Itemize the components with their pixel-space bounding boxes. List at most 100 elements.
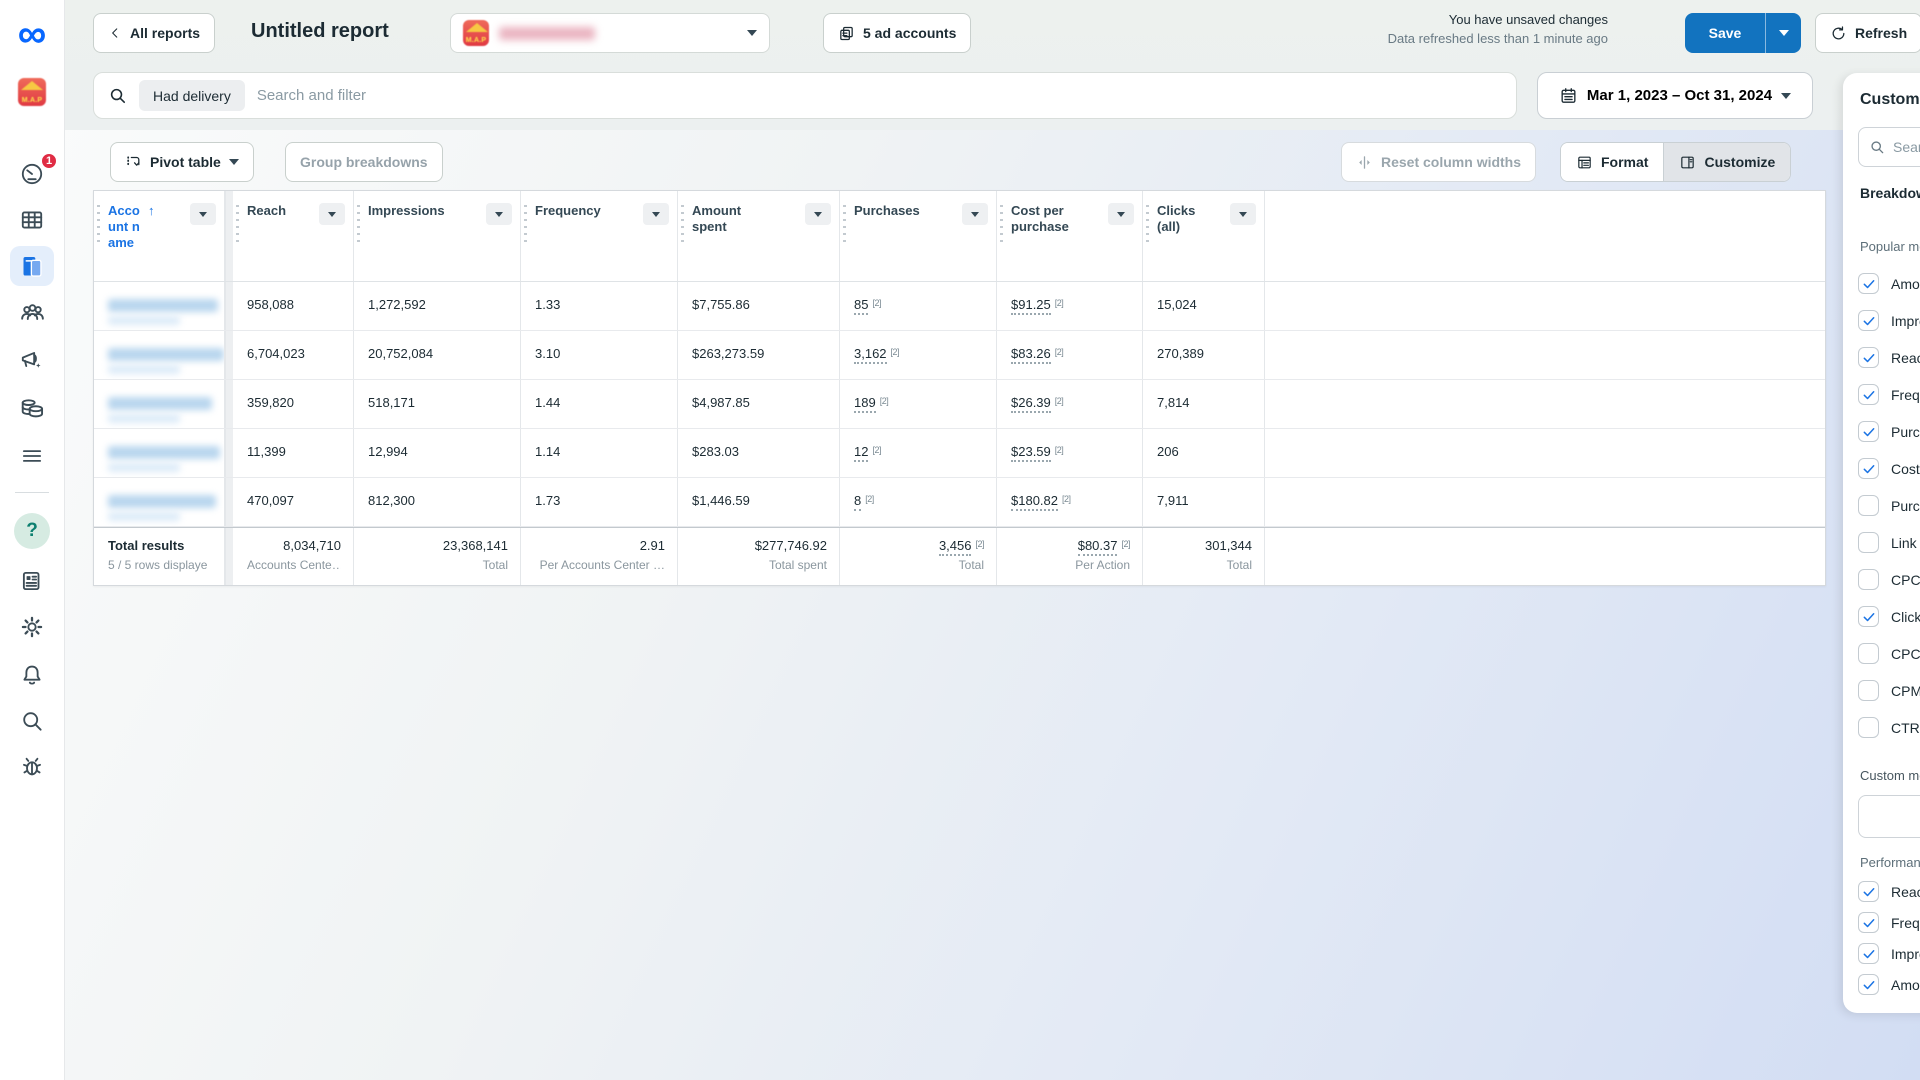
column-header-account-name[interactable]: Account name↑ <box>94 191 225 281</box>
cost-per-purchase-value[interactable]: $91.25 [2] <box>997 282 1143 330</box>
drag-handle[interactable] <box>524 205 527 243</box>
cost-per-purchase-total[interactable]: $80.37 [2] Per Action <box>997 528 1143 585</box>
checkbox-checked[interactable] <box>1858 881 1879 902</box>
metric-checkbox-item[interactable]: CPC (cost per link click) <box>1858 561 1920 598</box>
news-icon[interactable] <box>10 561 54 601</box>
purchases-value[interactable]: 189 [2] <box>840 380 997 428</box>
refresh-button[interactable]: Refresh <box>1815 13 1920 53</box>
checkbox-checked[interactable] <box>1858 458 1879 479</box>
metric-checkbox-item[interactable]: Link clicks <box>1858 524 1920 561</box>
drag-handle[interactable] <box>357 205 360 243</box>
purchases-column-menu[interactable] <box>962 203 988 225</box>
metric-checkbox-item[interactable]: Frequency <box>1858 907 1920 938</box>
all-reports-back-button[interactable]: All reports <box>93 13 216 53</box>
metric-checkbox-item[interactable]: Amount spent <box>1858 265 1920 302</box>
search-and-filter-input[interactable] <box>256 87 1502 104</box>
metric-checkbox-item[interactable]: CTR (link click-through) <box>1858 709 1920 746</box>
audiences-icon[interactable] <box>10 292 54 332</box>
column-header-cost-per-purchase[interactable]: Cost per purchase <box>997 191 1143 281</box>
column-header-purchases[interactable]: Purchases <box>840 191 997 281</box>
column-header-amount-spent[interactable]: Amount spent <box>678 191 840 281</box>
metric-checkbox-item[interactable]: Purchase ROAS <box>1858 487 1920 524</box>
account-overview-icon[interactable]: 1 <box>10 152 58 194</box>
reset-column-widths-button[interactable]: Reset column widths <box>1341 142 1537 182</box>
cost-per-purchase-column-menu[interactable] <box>1108 203 1134 225</box>
customize-button-active[interactable]: Customize <box>1663 143 1791 181</box>
drag-handle[interactable] <box>843 205 846 243</box>
cost-per-purchase-value[interactable]: $180.82 [2] <box>997 478 1143 526</box>
save-options-caret-button[interactable] <box>1765 13 1801 53</box>
table-row[interactable]: 11,399 12,994 1.14 $283.03 12 [2] $23.59[… <box>94 429 1825 478</box>
checkbox-unchecked[interactable] <box>1858 680 1879 701</box>
metrics-search-box[interactable] <box>1858 127 1920 167</box>
purchases-value[interactable]: 8 [2] <box>840 478 997 526</box>
checkbox-checked[interactable] <box>1858 974 1879 995</box>
search-filter-bar[interactable]: Had delivery <box>93 72 1517 119</box>
metric-checkbox-item[interactable]: Amount spent <box>1858 969 1920 1000</box>
all-tools-icon[interactable] <box>10 436 54 476</box>
checkbox-checked[interactable] <box>1858 384 1879 405</box>
checkbox-unchecked[interactable] <box>1858 569 1879 590</box>
metric-checkbox-item[interactable]: Impressions <box>1858 302 1920 339</box>
drag-handle[interactable] <box>97 205 100 243</box>
checkbox-unchecked[interactable] <box>1858 643 1879 664</box>
cost-per-purchase-value[interactable]: $83.26 [2] <box>997 331 1143 379</box>
purchases-value[interactable]: 3,162 [2] <box>840 331 997 379</box>
save-button[interactable]: Save <box>1685 13 1765 53</box>
drag-handle[interactable] <box>236 205 239 243</box>
reach-column-menu[interactable] <box>319 203 345 225</box>
notifications-bell-icon[interactable] <box>10 655 54 695</box>
table-row[interactable]: 958,088 1,272,592 1.33 $7,755.86 85 [2] $… <box>94 282 1825 331</box>
advertising-icon[interactable] <box>10 340 54 380</box>
frequency-column-menu[interactable] <box>643 203 669 225</box>
metric-checkbox-item[interactable]: Cost per purchase <box>1858 450 1920 487</box>
metrics-search-input[interactable] <box>1893 139 1920 155</box>
had-delivery-filter-chip[interactable]: Had delivery <box>139 80 245 111</box>
format-button[interactable]: Format <box>1561 143 1664 181</box>
help-icon[interactable]: ? <box>10 511 54 551</box>
checkbox-checked[interactable] <box>1858 310 1879 331</box>
metric-checkbox-item[interactable]: CPM (cost per 1,000 impressions) <box>1858 672 1920 709</box>
business-brand-icon[interactable]: M.A.P <box>10 72 54 112</box>
checkbox-checked[interactable] <box>1858 273 1879 294</box>
account-name-column-menu[interactable] <box>190 203 216 225</box>
column-header-frequency[interactable]: Frequency <box>521 191 678 281</box>
reports-icon-active[interactable] <box>10 246 54 286</box>
purchases-value[interactable]: 12 [2] <box>840 429 997 477</box>
table-row[interactable]: 6,704,023 20,752,084 3.10 $263,273.59 3,… <box>94 331 1825 380</box>
checkbox-checked[interactable] <box>1858 912 1879 933</box>
report-bug-icon[interactable] <box>10 747 54 787</box>
breakdowns-section-label[interactable]: Breakdowns <box>1860 185 1920 201</box>
metric-checkbox-item[interactable]: Purchases <box>1858 413 1920 450</box>
checkbox-checked[interactable] <box>1858 421 1879 442</box>
drag-handle[interactable] <box>681 205 684 243</box>
meta-logo-icon[interactable]: ∞ <box>10 10 54 58</box>
frozen-column-separator[interactable] <box>225 191 233 281</box>
ad-accounts-button[interactable]: 5 ad accounts <box>823 13 972 53</box>
metric-checkbox-item[interactable]: CPC (all) <box>1858 635 1920 672</box>
column-header-clicks-all[interactable]: Clicks (all) <box>1143 191 1265 281</box>
business-account-dropdown[interactable]: M.A.P <box>450 13 770 53</box>
checkbox-checked[interactable] <box>1858 606 1879 627</box>
checkbox-unchecked[interactable] <box>1858 532 1879 553</box>
amount-spent-column-menu[interactable] <box>805 203 831 225</box>
table-row[interactable]: 359,820 518,171 1.44 $4,987.85 189 [2] $2… <box>94 380 1825 429</box>
campaigns-icon[interactable] <box>10 200 54 240</box>
billing-icon[interactable] <box>10 388 54 428</box>
drag-handle[interactable] <box>1146 205 1149 243</box>
custom-metrics-box[interactable] <box>1858 795 1920 838</box>
checkbox-checked[interactable] <box>1858 943 1879 964</box>
metric-checkbox-item[interactable]: Impressions <box>1858 938 1920 969</box>
impressions-column-menu[interactable] <box>486 203 512 225</box>
column-header-impressions[interactable]: Impressions <box>354 191 521 281</box>
metric-checkbox-item[interactable]: Reach <box>1858 339 1920 376</box>
search-icon[interactable] <box>10 701 54 741</box>
column-header-reach[interactable]: Reach <box>233 191 354 281</box>
purchases-total[interactable]: 3,456 [2] Total <box>840 528 997 585</box>
group-breakdowns-button[interactable]: Group breakdowns <box>285 142 443 182</box>
metric-checkbox-item[interactable]: Clicks (all) <box>1858 598 1920 635</box>
settings-gear-icon[interactable] <box>10 607 54 647</box>
metric-checkbox-item[interactable]: Frequency <box>1858 376 1920 413</box>
checkbox-checked[interactable] <box>1858 347 1879 368</box>
cost-per-purchase-value[interactable]: $23.59 [2] <box>997 429 1143 477</box>
